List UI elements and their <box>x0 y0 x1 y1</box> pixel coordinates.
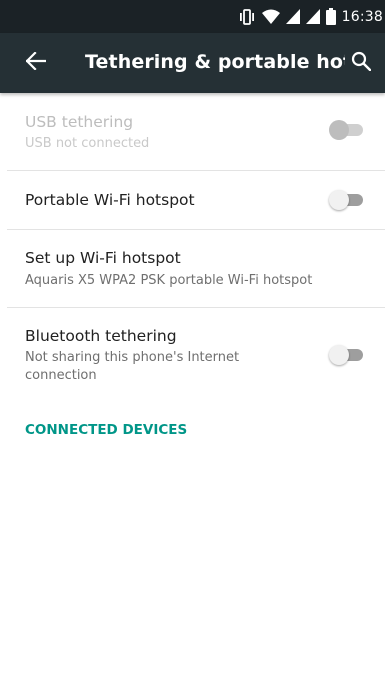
settings-list: USB tethering USB not connected Portable… <box>7 93 385 438</box>
wifi-icon <box>261 9 280 24</box>
setting-summary: USB not connected <box>25 136 150 151</box>
signal-icon <box>305 9 320 24</box>
wifi-hotspot-switch[interactable] <box>329 190 365 210</box>
setting-portable-wifi-hotspot[interactable]: Portable Wi-Fi hotspot <box>7 171 385 230</box>
setting-title: Bluetooth tethering <box>25 327 177 345</box>
battery-icon <box>325 8 336 25</box>
back-button[interactable] <box>22 49 50 77</box>
search-button[interactable] <box>347 49 375 77</box>
signal-icon <box>285 9 300 24</box>
status-time: 16:38 <box>341 8 383 25</box>
arrow-back-icon <box>25 51 47 74</box>
status-icons: 16:38 <box>238 0 385 33</box>
switch-thumb <box>329 345 349 365</box>
switch-thumb <box>329 190 349 210</box>
status-bar: 16:38 <box>0 0 385 33</box>
setting-setup-wifi-hotspot[interactable]: Set up Wi-Fi hotspot Aquaris X5 WPA2 PSK… <box>7 230 385 308</box>
setting-summary: Not sharing this phone's Internet connec… <box>25 350 240 383</box>
bluetooth-tethering-switch[interactable] <box>329 345 365 365</box>
switch-thumb <box>329 120 349 140</box>
screen: 16:38 Tethering & portable hot… USB teth… <box>0 0 385 686</box>
setting-title: Set up Wi-Fi hotspot <box>25 249 181 267</box>
setting-title: USB tethering <box>25 113 134 131</box>
usb-tethering-switch[interactable] <box>329 120 365 140</box>
section-header-connected-devices: CONNECTED DEVICES <box>25 422 188 438</box>
setting-bluetooth-tethering[interactable]: Bluetooth tethering Not sharing this pho… <box>7 308 385 406</box>
page-title: Tethering & portable hot… <box>85 51 345 73</box>
setting-usb-tethering[interactable]: USB tethering USB not connected <box>7 93 385 171</box>
setting-summary: Aquaris X5 WPA2 PSK portable Wi-Fi hotsp… <box>25 273 313 288</box>
vibrate-icon <box>238 8 256 25</box>
app-bar: Tethering & portable hot… <box>0 33 385 93</box>
search-icon <box>351 51 372 75</box>
setting-title: Portable Wi-Fi hotspot <box>25 191 195 209</box>
